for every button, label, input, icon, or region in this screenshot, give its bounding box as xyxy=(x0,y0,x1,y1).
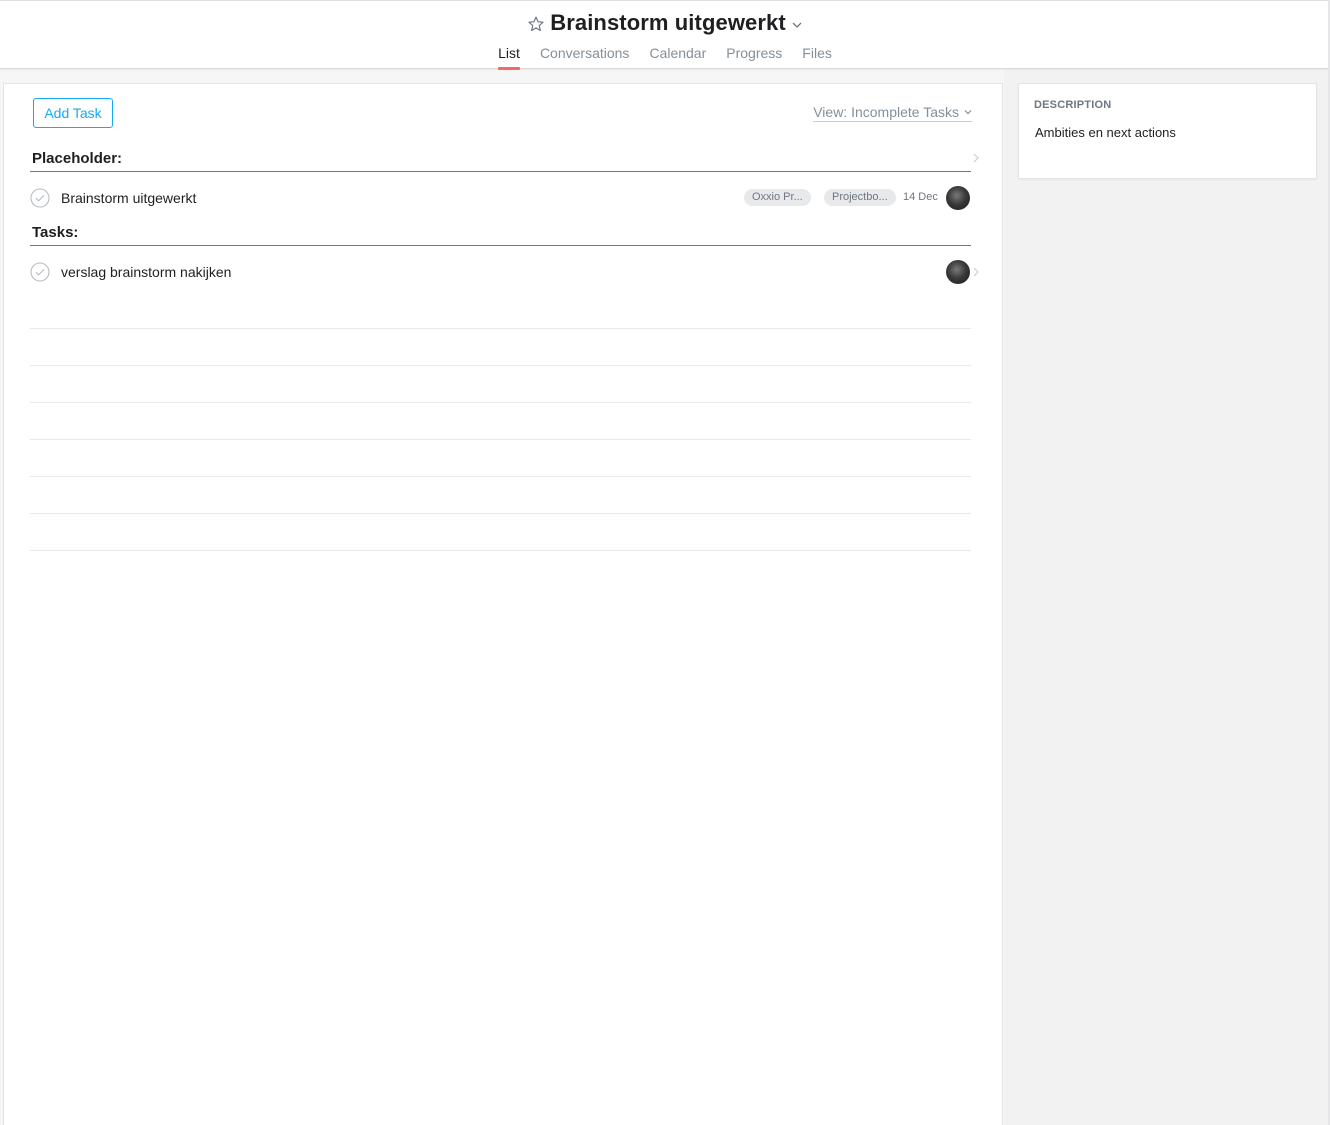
description-text[interactable]: Ambities en next actions xyxy=(1035,125,1176,140)
section-header[interactable]: Placeholder: xyxy=(30,150,979,172)
empty-task-row[interactable] xyxy=(30,514,971,551)
task-name[interactable]: Brainstorm uitgewerkt xyxy=(61,190,196,206)
tab-progress[interactable]: Progress xyxy=(716,44,792,70)
chevron-down-icon xyxy=(964,108,972,116)
empty-task-row[interactable] xyxy=(30,292,971,329)
description-panel[interactable]: DESCRIPTION Ambities en next actions xyxy=(1018,83,1317,179)
right-background xyxy=(1004,70,1330,1125)
empty-task-row[interactable] xyxy=(30,329,971,366)
empty-task-row[interactable] xyxy=(30,366,971,403)
view-filter-label: View: Incomplete Tasks xyxy=(813,104,959,120)
description-label: DESCRIPTION xyxy=(1034,99,1112,111)
add-task-button[interactable]: Add Task xyxy=(33,98,113,128)
project-tag[interactable]: Projectbo... xyxy=(824,189,896,206)
section-title: Tasks: xyxy=(32,224,79,241)
star-icon[interactable] xyxy=(527,15,545,33)
checkmark-circle-icon[interactable] xyxy=(30,188,50,208)
tab-calendar[interactable]: Calendar xyxy=(639,44,716,70)
project-tag[interactable]: Oxxio Pr... xyxy=(744,189,811,206)
avatar[interactable] xyxy=(946,260,970,284)
view-filter-dropdown[interactable]: View: Incomplete Tasks xyxy=(813,104,972,122)
project-tabs: List Conversations Calendar Progress Fil… xyxy=(0,44,1330,70)
task-row[interactable]: verslag brainstorm nakijken xyxy=(30,256,979,288)
empty-task-row[interactable] xyxy=(30,403,971,440)
checkmark-circle-icon[interactable] xyxy=(30,262,50,282)
due-date[interactable]: 14 Dec xyxy=(903,191,938,203)
tab-list[interactable]: List xyxy=(488,44,530,70)
empty-task-row[interactable] xyxy=(30,477,971,514)
empty-task-row[interactable] xyxy=(30,440,971,477)
task-row[interactable]: Brainstorm uitgewerkt Oxxio Pr... Projec… xyxy=(30,182,971,214)
chevron-right-icon[interactable] xyxy=(972,153,980,163)
project-title: Brainstorm uitgewerkt xyxy=(550,10,786,35)
task-list-panel: Add Task View: Incomplete Tasks Placehol… xyxy=(3,83,1003,1125)
section-header[interactable]: Tasks: xyxy=(30,224,971,246)
tab-conversations[interactable]: Conversations xyxy=(530,44,640,70)
title-row: Brainstorm uitgewerkt xyxy=(0,9,1330,37)
chevron-right-icon[interactable] xyxy=(972,267,980,277)
project-header: Brainstorm uitgewerkt List Conversations… xyxy=(0,0,1330,70)
chevron-down-icon[interactable] xyxy=(791,19,803,31)
section-title: Placeholder: xyxy=(32,150,123,167)
avatar[interactable] xyxy=(946,186,970,210)
tab-files[interactable]: Files xyxy=(792,44,842,70)
task-name[interactable]: verslag brainstorm nakijken xyxy=(61,264,231,280)
